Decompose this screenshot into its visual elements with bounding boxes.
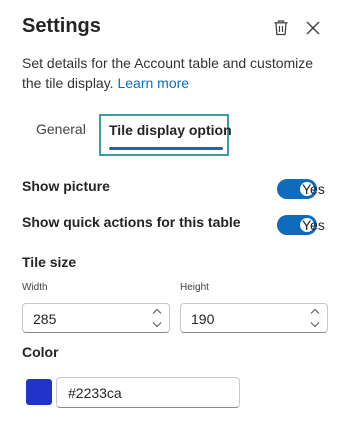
tab-selected-indicator: [109, 147, 223, 150]
chevron-up-icon[interactable]: [151, 306, 163, 317]
color-hex-input[interactable]: #2233ca: [56, 377, 240, 408]
width-stepper[interactable]: [151, 306, 163, 330]
tab-tile-display-option[interactable]: Tile display option: [99, 114, 232, 156]
delete-button[interactable]: [270, 17, 292, 39]
close-button[interactable]: [302, 17, 324, 39]
height-label: Height: [180, 282, 209, 293]
tab-tile-display-label: Tile display option: [109, 122, 232, 138]
width-label: Width: [22, 282, 48, 293]
show-quick-actions-state: Yes: [302, 217, 325, 233]
close-icon: [306, 21, 320, 35]
chevron-down-icon[interactable]: [309, 319, 321, 330]
chevron-up-icon[interactable]: [309, 306, 321, 317]
width-value[interactable]: 285: [33, 311, 56, 327]
show-picture-state: Yes: [302, 181, 325, 197]
height-stepper[interactable]: [309, 306, 321, 330]
learn-more-link[interactable]: Learn more: [117, 75, 189, 91]
chevron-down-icon[interactable]: [151, 319, 163, 330]
height-value[interactable]: 190: [191, 311, 214, 327]
width-field[interactable]: 285: [22, 303, 170, 333]
color-hex-value[interactable]: #2233ca: [68, 385, 122, 401]
tab-general[interactable]: General: [36, 121, 86, 137]
height-field[interactable]: 190: [180, 303, 328, 333]
show-quick-actions-label: Show quick actions for this table: [22, 214, 241, 230]
panel-description: Set details for the Account table and cu…: [22, 53, 332, 93]
panel-title: Settings: [22, 15, 101, 37]
color-heading: Color: [22, 344, 59, 360]
show-picture-label: Show picture: [22, 178, 110, 194]
settings-panel: Settings Set details for the Account tab…: [0, 0, 349, 440]
trash-icon: [274, 20, 288, 36]
color-swatch[interactable]: [26, 379, 52, 405]
tile-size-heading: Tile size: [22, 254, 77, 270]
